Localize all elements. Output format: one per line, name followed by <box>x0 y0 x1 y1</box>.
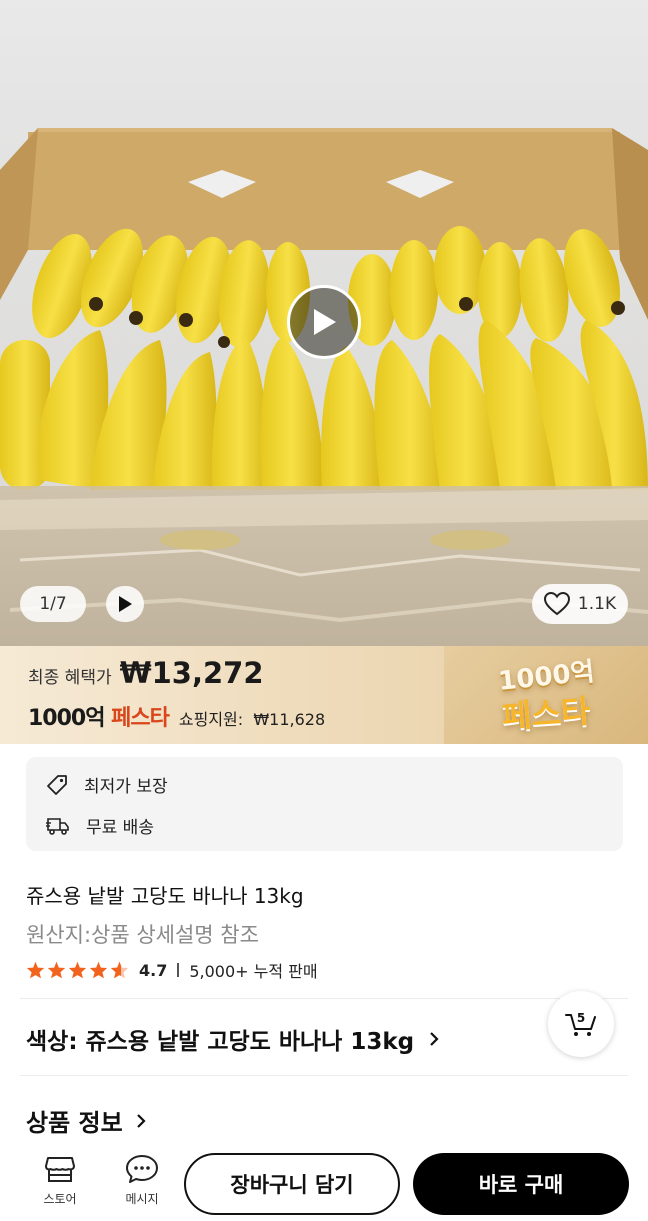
rating-row[interactable]: 4.7 5,000+ 누적 판매 <box>26 958 318 982</box>
like-count: 1.1K <box>577 594 617 614</box>
chevron-right-icon <box>430 1032 439 1046</box>
product-image-carousel[interactable]: 1/7 1.1K <box>0 0 648 646</box>
promo-banner[interactable]: 최종 혜택가 ₩13,272 1000억 페스타 쇼핑지원: ₩11,628 1… <box>0 646 648 744</box>
section-divider <box>20 998 628 999</box>
shopping-support: 쇼핑지원: ₩11,628 <box>179 706 325 730</box>
video-thumbnail-play-button[interactable] <box>106 586 144 622</box>
rating-value: 4.7 <box>139 960 168 980</box>
add-to-cart-button[interactable]: 장바구니 담기 <box>184 1153 400 1215</box>
store-icon <box>45 1157 75 1182</box>
floating-cart-button[interactable]: 5 <box>548 991 614 1057</box>
divider-bar <box>177 963 180 977</box>
product-info-label: 상품 정보 <box>26 1109 123 1137</box>
star-icon <box>68 961 87 979</box>
message-tab[interactable]: 메시지 <box>112 1154 172 1207</box>
star-rating <box>26 961 129 979</box>
festa-number: 1000억 <box>28 706 105 731</box>
like-button[interactable]: 1.1K <box>532 584 628 624</box>
chevron-right-icon <box>136 1113 146 1128</box>
cart-count: 5 <box>576 1011 586 1025</box>
festa-logo-bottom: 페스타 <box>500 691 592 736</box>
store-tab-label: 스토어 <box>43 1192 77 1206</box>
image-counter: 1/7 <box>20 586 86 622</box>
support-price: ₩11,628 <box>253 710 326 729</box>
product-title: 쥬스용 낱발 고당도 바나나 13kg <box>26 884 304 908</box>
play-icon <box>314 309 336 335</box>
delivery-truck-icon <box>46 817 69 835</box>
festa-word: 페스타 <box>111 706 170 731</box>
option-selector[interactable]: 색상: 쥬스용 낱발 고당도 바나나 13kg <box>26 1022 440 1056</box>
final-price-label: 최종 혜택가 <box>28 668 112 688</box>
option-label: 색상: 쥬스용 낱발 고당도 바나나 13kg <box>26 1029 415 1055</box>
benefit-free-shipping[interactable]: 무료 배송 <box>46 813 154 838</box>
play-icon <box>119 596 132 612</box>
benefit-label: 무료 배송 <box>86 818 154 838</box>
benefits-box: 최저가 보장 무료 배송 <box>26 757 623 851</box>
message-tab-label: 메시지 <box>125 1192 159 1206</box>
product-origin: 원산지:상품 상세설명 참조 <box>26 923 259 947</box>
festa-logo: 1000억 페스타 <box>444 646 648 744</box>
half-star-icon <box>110 961 129 979</box>
video-play-button[interactable] <box>287 285 361 359</box>
star-icon <box>26 961 45 979</box>
star-icon <box>47 961 66 979</box>
festa-title: 1000억 페스타 <box>28 700 170 732</box>
product-info-link[interactable]: 상품 정보 <box>26 1103 147 1138</box>
heart-icon <box>543 592 570 616</box>
chat-bubble-icon <box>126 1155 158 1183</box>
bottom-action-bar: 스토어 메시지 장바구니 담기 바로 구매 <box>0 1142 648 1221</box>
final-price: ₩13,272 <box>119 656 264 690</box>
benefit-label: 최저가 보장 <box>84 777 168 797</box>
support-label: 쇼핑지원: <box>178 710 244 729</box>
benefit-lowest-price[interactable]: 최저가 보장 <box>46 772 168 797</box>
price-tag-icon <box>47 774 67 795</box>
star-icon <box>89 961 108 979</box>
sales-count: 5,000+ 누적 판매 <box>189 962 318 981</box>
store-tab[interactable]: 스토어 <box>30 1154 90 1207</box>
buy-now-button[interactable]: 바로 구매 <box>413 1153 629 1215</box>
section-divider <box>20 1075 628 1076</box>
